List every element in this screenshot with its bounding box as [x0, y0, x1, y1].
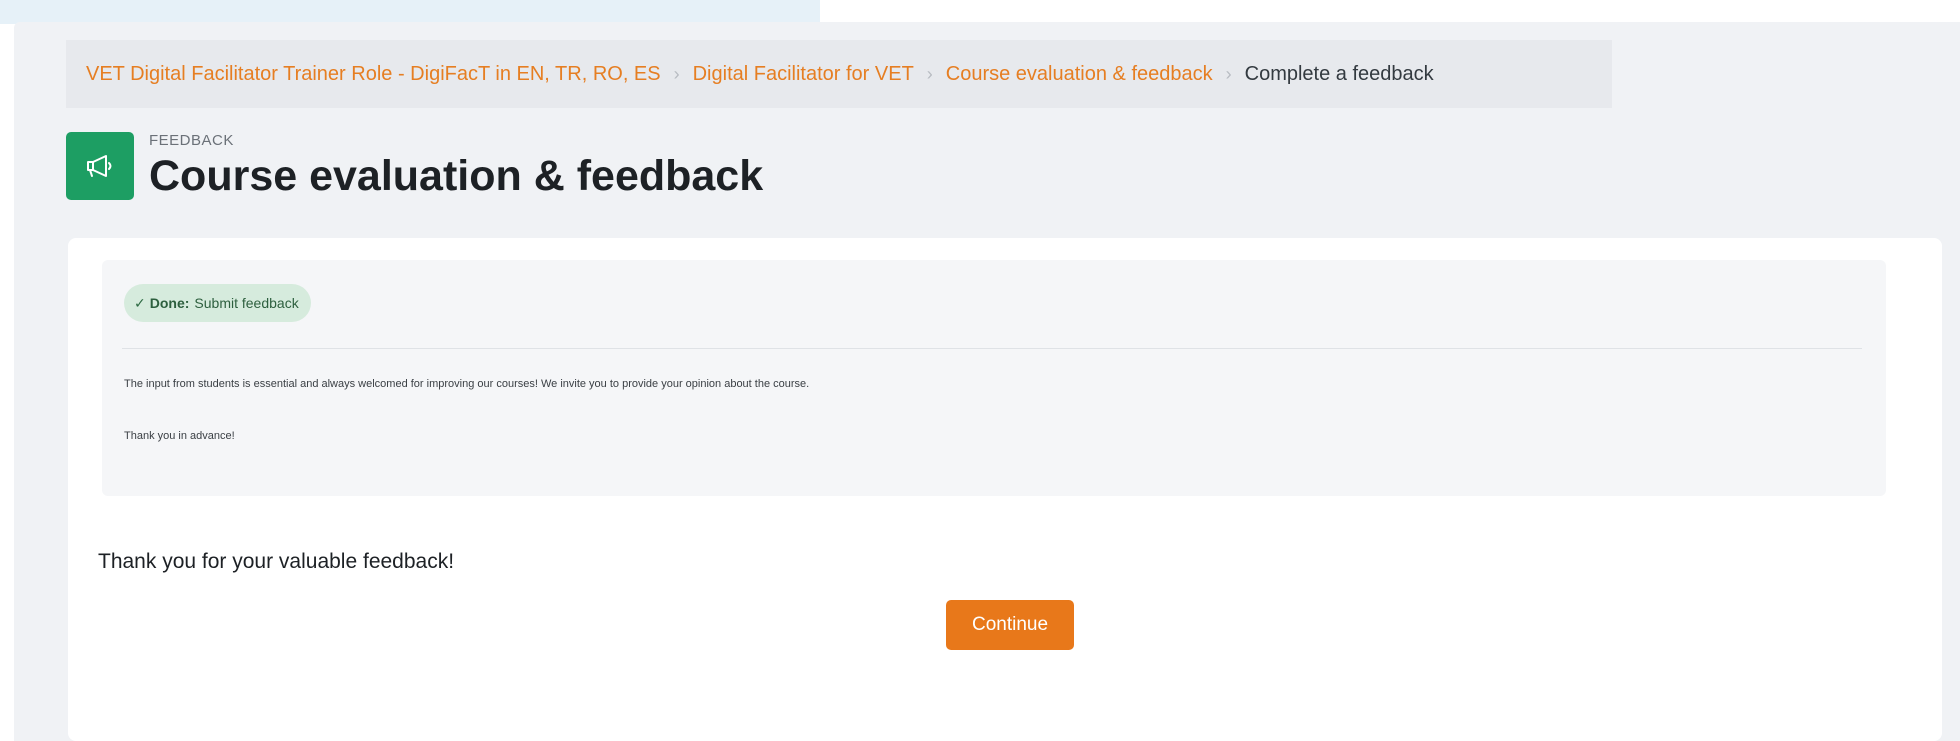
module-type-label: FEEDBACK: [149, 132, 234, 149]
intro-paragraph: The input from students is essential and…: [124, 378, 810, 390]
completion-condition-label: Submit feedback: [194, 295, 299, 311]
page-header: FEEDBACK Course evaluation & feedback: [66, 130, 763, 201]
completion-status-badge: ✓ Done: Submit feedback: [124, 284, 311, 322]
breadcrumb-separator-icon: ›: [673, 63, 680, 84]
intro-paragraph: Thank you in advance!: [124, 430, 235, 442]
thanks-message: Thank you for your valuable feedback!: [98, 550, 455, 573]
breadcrumb: VET Digital Facilitator Trainer Role - D…: [66, 40, 1612, 108]
top-left-background: [0, 0, 820, 24]
breadcrumb-separator-icon: ›: [926, 63, 933, 84]
page-region: VET Digital Facilitator Trainer Role - D…: [14, 22, 1960, 741]
breadcrumb-item-activity[interactable]: Course evaluation & feedback: [946, 63, 1213, 86]
continue-button[interactable]: Continue: [946, 600, 1074, 650]
divider: [122, 348, 1862, 349]
breadcrumb-current: Complete a feedback: [1244, 62, 1434, 85]
main-content-card: ✓ Done: Submit feedback The input from s…: [68, 238, 1942, 741]
breadcrumb-item-course[interactable]: VET Digital Facilitator Trainer Role - D…: [86, 63, 661, 86]
activity-intro-box: ✓ Done: Submit feedback The input from s…: [102, 260, 1886, 496]
megaphone-icon: [66, 132, 134, 200]
breadcrumb-separator-icon: ›: [1225, 63, 1232, 84]
page-title: Course evaluation & feedback: [149, 152, 764, 200]
breadcrumb-item-section[interactable]: Digital Facilitator for VET: [693, 63, 914, 86]
checkmark-icon: ✓: [134, 294, 146, 311]
completion-status-label: Done:: [149, 295, 190, 311]
